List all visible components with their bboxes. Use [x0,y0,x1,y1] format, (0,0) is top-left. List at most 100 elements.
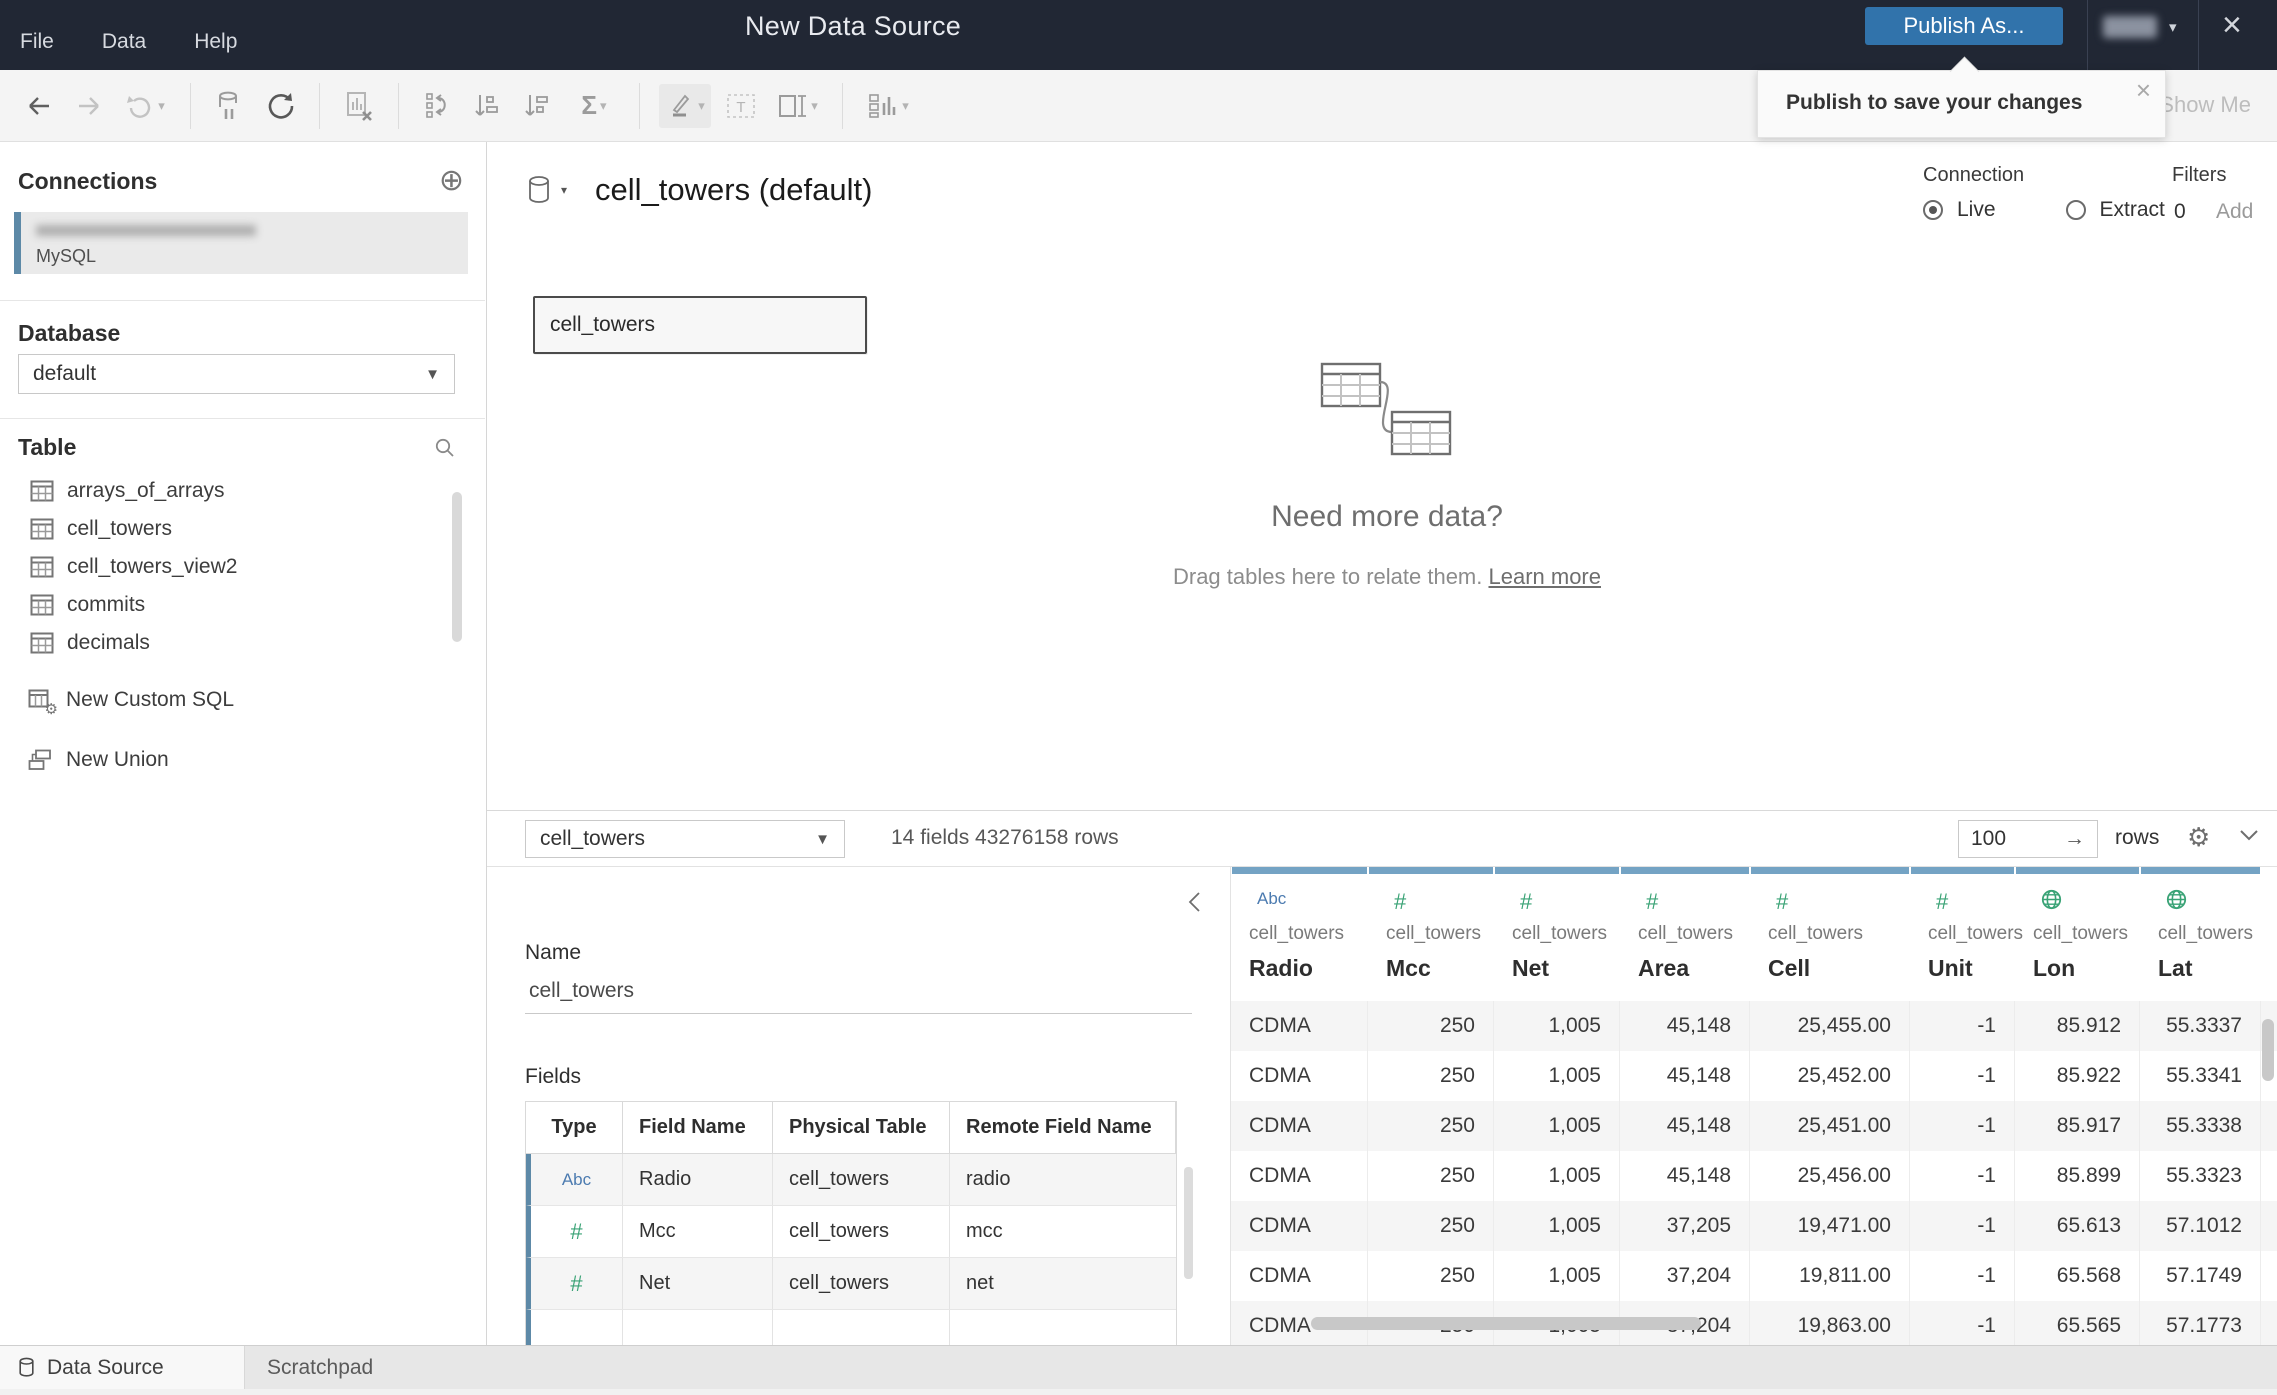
grid-cell[interactable]: 55.3341 [2140,1051,2261,1101]
connection-item[interactable]: MySQL [14,212,468,274]
grid-cell[interactable]: -1 [1910,1301,2015,1346]
menu-data[interactable]: Data [102,30,146,54]
grid-cell[interactable]: 19,811.00 [1750,1251,1910,1301]
grid-column-header[interactable]: # cell_towers Area [1620,867,1750,1001]
grid-cell[interactable]: CDMA [1231,1101,1368,1151]
publish-as-button[interactable]: Publish As... [1865,7,2063,45]
grid-cell[interactable]: 55.3323 [2140,1151,2261,1201]
learn-more-link[interactable]: Learn more [1488,564,1601,589]
grid-cell[interactable]: 57.1012 [2140,1201,2261,1251]
grid-cell[interactable]: -1 [1910,1201,2015,1251]
grid-cell[interactable]: 65.613 [2015,1201,2140,1251]
chevron-down-icon[interactable]: ▾ [561,183,567,197]
grid-cell[interactable]: -1 [1910,1251,2015,1301]
collapse-grid-chevron-icon[interactable] [2239,829,2259,841]
grid-cell[interactable]: 250 [1368,1251,1494,1301]
grid-cell[interactable]: 45,148 [1620,1051,1750,1101]
grid-cell[interactable]: 57.1749 [2140,1251,2261,1301]
fields-table-scrollbar[interactable] [1184,1167,1193,1279]
table-list-item[interactable]: commits [30,586,446,624]
grid-cell[interactable]: 65.565 [2015,1301,2140,1346]
grid-cell[interactable]: -1 [1910,1101,2015,1151]
clear-sheet-icon[interactable] [339,84,379,128]
grid-cell[interactable]: 57.1773 [2140,1301,2261,1346]
grid-cell[interactable]: CDMA [1231,1251,1368,1301]
grid-cell[interactable]: -1 [1910,1001,2015,1051]
grid-cell[interactable]: 85.917 [2015,1101,2140,1151]
grid-cell[interactable]: 250 [1368,1101,1494,1151]
tooltip-close-icon[interactable]: × [2136,75,2151,106]
extract-label[interactable]: Extract [2100,198,2165,222]
grid-cell[interactable]: 85.922 [2015,1051,2140,1101]
apply-rows-icon[interactable]: → [2064,827,2085,851]
name-value[interactable]: cell_towers [529,979,634,1003]
grid-cell[interactable]: 55.3337 [2140,1001,2261,1051]
grid-cell[interactable]: 37,204 [1620,1251,1750,1301]
grid-column-header[interactable]: # cell_towers Net [1494,867,1620,1001]
datasource-title[interactable]: cell_towers (default) [595,172,872,208]
grid-cell[interactable]: 37,205 [1620,1201,1750,1251]
totals-icon[interactable]: Σ ▾ [568,84,620,128]
extract-radio[interactable] [2065,200,2086,220]
replay-icon[interactable]: ▾ [119,84,171,128]
fields-table-row[interactable]: # Net cell_towers net [526,1258,1176,1310]
fit-selector-icon[interactable]: ▾ [771,84,823,128]
grid-cell[interactable]: CDMA [1231,1201,1368,1251]
logical-table-node[interactable]: cell_towers [533,296,867,354]
redo-icon[interactable] [69,84,109,128]
highlight-icon[interactable]: ▾ [659,83,711,128]
grid-cell[interactable]: 65.568 [2015,1251,2140,1301]
grid-cell[interactable]: 1,005 [1494,1201,1620,1251]
grid-cell[interactable]: 1,005 [1494,1101,1620,1151]
refresh-data-source-icon[interactable] [260,84,300,128]
fields-table-row[interactable]: # Mcc cell_towers mcc [526,1206,1176,1258]
grid-cell[interactable]: 55.3338 [2140,1101,2261,1151]
grid-column-header[interactable]: cell_towers Lat [2140,867,2261,1001]
grid-cell[interactable]: 25,452.00 [1750,1051,1910,1101]
table-list-item[interactable]: cell_towers [30,510,446,548]
menu-help[interactable]: Help [194,30,237,54]
table-list-item[interactable]: arrays_of_arrays [30,472,446,510]
grid-column-header[interactable]: # cell_towers Cell [1750,867,1910,1001]
grid-cell[interactable]: 45,148 [1620,1001,1750,1051]
grid-cell[interactable]: 250 [1368,1151,1494,1201]
show-cards-icon[interactable]: ▾ [862,84,914,128]
grid-cell[interactable]: 250 [1368,1001,1494,1051]
live-radio[interactable] [1923,200,1943,220]
grid-cell[interactable]: 1,005 [1494,1151,1620,1201]
grid-settings-gear-icon[interactable]: ⚙ [2187,822,2210,853]
grid-column-header[interactable]: # cell_towers Mcc [1368,867,1494,1001]
grid-cell[interactable]: 1,005 [1494,1001,1620,1051]
filters-add-link[interactable]: Add [2216,200,2253,224]
live-label[interactable]: Live [1957,198,1996,222]
tab-data-source[interactable]: Data Source [0,1346,245,1389]
sort-ascending-icon[interactable] [468,84,508,128]
fields-table-row[interactable]: Abc Radio cell_towers radio [526,1154,1176,1206]
grid-column-header[interactable]: # cell_towers Unit [1910,867,2023,1001]
text-annotation-icon[interactable]: T [721,84,761,128]
tab-scratchpad[interactable]: Scratchpad [245,1346,2277,1389]
grid-cell[interactable]: 1,005 [1494,1051,1620,1101]
new-union[interactable]: New Union [28,748,456,772]
database-select[interactable]: default ▼ [18,354,455,394]
pause-auto-updates-icon[interactable] [210,84,250,128]
grid-cell[interactable]: 45,148 [1620,1151,1750,1201]
grid-cell[interactable]: 45,148 [1620,1101,1750,1151]
grid-cell[interactable]: 19,863.00 [1750,1301,1910,1346]
grid-column-header[interactable]: cell_towers Lon [2015,867,2140,1001]
table-list-item[interactable]: cell_towers_view2 [30,548,446,586]
search-icon[interactable] [434,437,456,459]
grid-cell[interactable]: 85.912 [2015,1001,2140,1051]
grid-cell[interactable]: 250 [1368,1051,1494,1101]
show-me-button[interactable]: Show Me [2159,92,2251,118]
grid-cell[interactable]: 250 [1368,1201,1494,1251]
grid-cell[interactable]: CDMA [1231,1051,1368,1101]
grid-cell[interactable]: 19,471.00 [1750,1201,1910,1251]
grid-cell[interactable]: 25,455.00 [1750,1001,1910,1051]
add-connection-icon[interactable]: ⊕ [439,166,464,196]
grid-cell[interactable]: CDMA [1231,1151,1368,1201]
grid-cell[interactable]: 1,005 [1494,1251,1620,1301]
collapse-metadata-chevron-icon[interactable] [1187,891,1201,913]
table-list-item[interactable]: decimals [30,624,446,662]
new-custom-sql[interactable]: ⚙ New Custom SQL [28,688,456,718]
